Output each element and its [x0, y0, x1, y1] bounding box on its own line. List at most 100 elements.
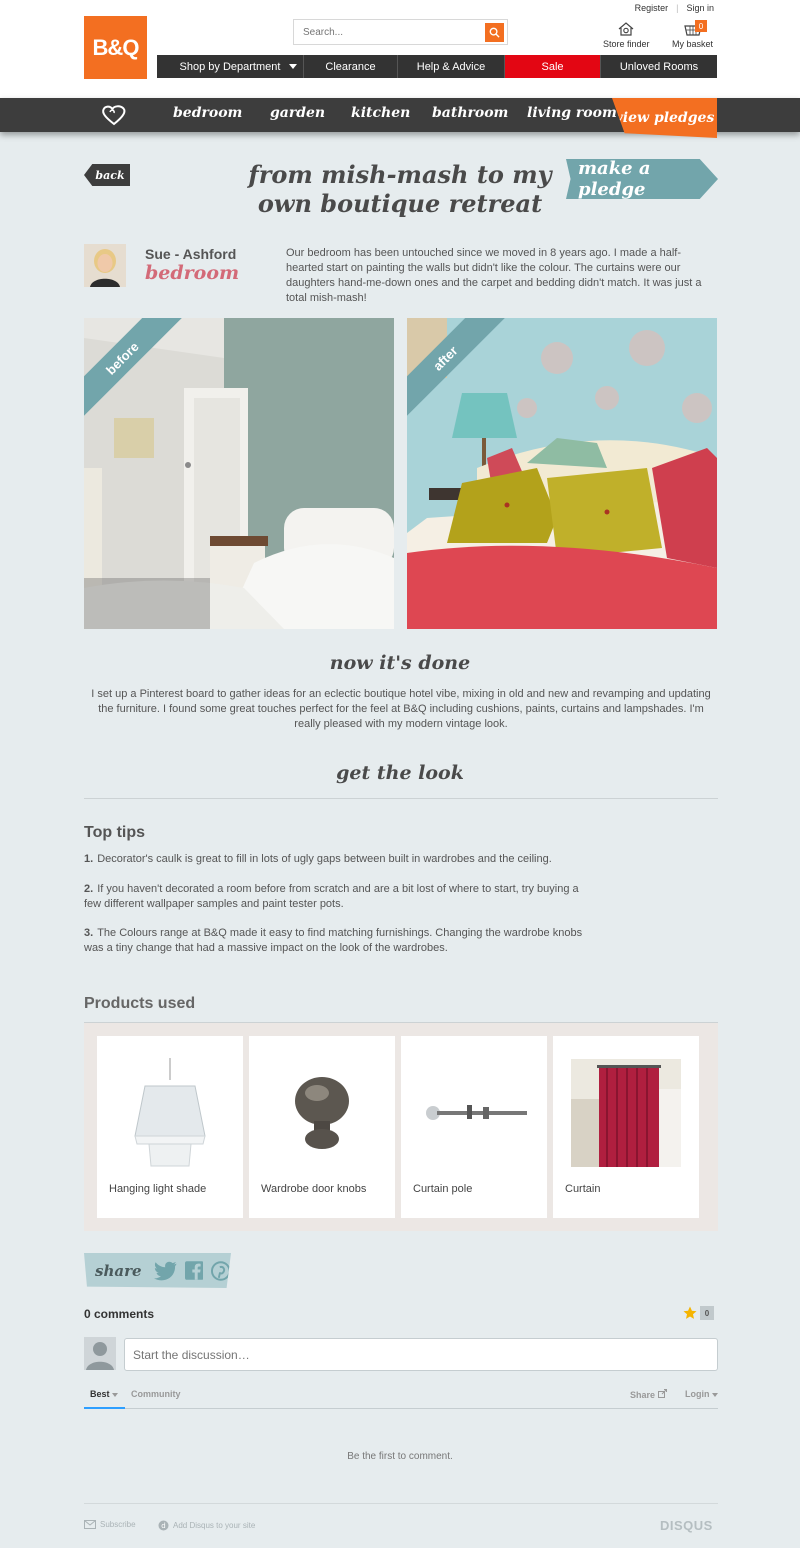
tip-text: The Colours range at B&Q made it easy to… — [84, 927, 583, 954]
twitter-icon[interactable] — [153, 1261, 177, 1281]
nav-label: Shop by Department — [179, 60, 281, 73]
tab-best-label: Best — [90, 1389, 110, 1399]
door-knob-image — [249, 1058, 395, 1168]
author-portrait — [84, 244, 126, 287]
author-avatar — [84, 244, 126, 287]
products-title: Products used — [84, 995, 196, 1012]
sign-in-link[interactable]: Sign in — [686, 3, 714, 13]
before-photo: before — [84, 318, 394, 629]
tip-item: 3. The Colours range at B&Q made it easy … — [84, 926, 589, 956]
author-room[interactable]: bedroom — [145, 262, 239, 284]
tip-number: 2. — [84, 883, 94, 895]
add-disqus-label: Add Disqus to your site — [173, 1521, 256, 1530]
login-label: Login — [685, 1389, 710, 1399]
make-pledge-button[interactable]: make a pledge — [566, 159, 718, 199]
user-avatar — [84, 1337, 116, 1370]
intro-text: Our bedroom has been untouched since we … — [286, 247, 702, 304]
lampshade-image — [97, 1058, 243, 1168]
divider — [84, 798, 718, 799]
login-button[interactable]: Login — [685, 1389, 719, 1399]
heart-logo-icon[interactable] — [101, 104, 127, 126]
store-finder-label: Store finder — [603, 39, 650, 49]
curtain-pole-image — [401, 1058, 547, 1168]
disqus-icon: d — [158, 1520, 169, 1531]
subscribe-label: Subscribe — [100, 1520, 136, 1529]
subscribe-link[interactable]: Subscribe — [84, 1520, 136, 1529]
comment-box — [124, 1338, 718, 1371]
back-button[interactable]: back — [84, 164, 130, 186]
store-finder-icon — [618, 22, 634, 36]
curtain-image — [553, 1058, 699, 1168]
category-garden[interactable]: garden — [270, 105, 325, 121]
share-label: share — [95, 1261, 142, 1280]
disqus-logo[interactable]: DISQUS — [660, 1518, 713, 1533]
user-icon — [86, 1342, 114, 1370]
facebook-icon[interactable] — [184, 1261, 204, 1280]
after-photo: after — [407, 318, 717, 629]
tip-item: 2. If you haven't decorated a room before… — [84, 882, 589, 912]
store-finder-link[interactable]: Store finder — [603, 22, 650, 49]
share-bar: share — [84, 1253, 231, 1288]
basket-label: My basket — [672, 39, 714, 49]
svg-text:d: d — [161, 1522, 165, 1530]
share-icon — [657, 1389, 667, 1398]
product-card[interactable]: Curtain pole — [401, 1036, 547, 1218]
empty-comments-message: Be the first to comment. — [347, 1451, 453, 1462]
comment-input[interactable] — [125, 1339, 717, 1370]
account-links: Register | Sign in — [635, 3, 714, 13]
basket-link[interactable]: My basket 0 — [672, 20, 714, 49]
category-bathroom[interactable]: bathroom — [432, 105, 508, 121]
nav-unloved-rooms[interactable]: Unloved Rooms — [601, 55, 717, 78]
star-icon — [683, 1306, 697, 1319]
tip-text: If you haven't decorated a room before f… — [84, 883, 579, 910]
search-button[interactable] — [485, 23, 504, 42]
tip-number: 3. — [84, 927, 94, 939]
basket-count-badge: 0 — [695, 20, 708, 32]
recommend-button[interactable]: 0 — [683, 1306, 714, 1320]
nav-shop-by-department[interactable]: Shop by Department — [157, 55, 304, 78]
tip-text: Decorator's caulk is great to fill in lo… — [97, 853, 552, 865]
top-tips-title: Top tips — [84, 824, 146, 841]
now-its-done-heading: now it's done — [329, 652, 471, 674]
search-icon — [489, 27, 500, 38]
search-box — [293, 19, 508, 45]
product-name: Wardrobe door knobs — [261, 1183, 367, 1195]
add-disqus-link[interactable]: d Add Disqus to your site — [158, 1520, 255, 1531]
divider: | — [676, 3, 679, 13]
search-input[interactable] — [294, 20, 474, 44]
nav-clearance[interactable]: Clearance — [304, 55, 398, 78]
pinterest-icon[interactable] — [211, 1260, 231, 1281]
product-card[interactable]: Wardrobe door knobs — [249, 1036, 395, 1218]
active-tab-indicator — [84, 1407, 125, 1409]
category-bedroom[interactable]: bedroom — [173, 105, 242, 121]
tab-best[interactable]: Best — [90, 1389, 119, 1399]
bq-logo[interactable]: B&Q — [84, 16, 147, 79]
author-name: Sue - Ashford — [145, 246, 237, 262]
register-link[interactable]: Register — [635, 3, 669, 13]
mail-icon — [84, 1520, 96, 1529]
product-card[interactable]: Curtain — [553, 1036, 699, 1218]
tip-item: 1. Decorator's caulk is great to fill in … — [84, 852, 589, 867]
nav-sale[interactable]: Sale — [505, 55, 601, 78]
chevron-down-icon — [112, 1393, 119, 1397]
nav-help-advice[interactable]: Help & Advice — [398, 55, 505, 78]
category-living-room[interactable]: living room — [527, 105, 617, 121]
recommend-count: 0 — [700, 1306, 714, 1320]
product-name: Curtain pole — [413, 1183, 473, 1195]
product-name: Hanging light shade — [109, 1183, 207, 1195]
now-its-done-text: I set up a Pinterest board to gather ide… — [91, 688, 711, 730]
category-kitchen[interactable]: kitchen — [351, 105, 410, 121]
product-name: Curtain — [565, 1183, 601, 1195]
category-bar: bedroom garden kitchen bathroom living r… — [0, 98, 800, 138]
divider — [84, 1503, 718, 1504]
main-nav: Shop by Department Clearance Help & Advi… — [157, 55, 717, 78]
share-comments-button[interactable]: Share — [630, 1389, 667, 1400]
chevron-down-icon — [712, 1393, 719, 1397]
products-panel: Hanging light shade Wardrobe door knobs … — [84, 1023, 718, 1231]
tab-community[interactable]: Community — [131, 1389, 181, 1399]
tip-number: 1. — [84, 853, 94, 865]
page-title: from mish-mash to my own boutique retrea… — [248, 160, 552, 218]
product-card[interactable]: Hanging light shade — [97, 1036, 243, 1218]
view-pledges-tab[interactable]: view pledges — [612, 98, 717, 138]
comments-count: 0 comments — [84, 1307, 155, 1321]
